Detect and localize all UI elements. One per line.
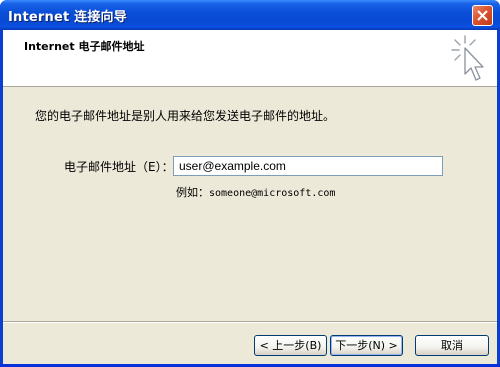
page-title: Internet 电子邮件地址 (24, 40, 145, 53)
wizard-header: Internet 电子邮件地址 (3, 30, 497, 87)
title-bar[interactable]: Internet 连接向导 (0, 0, 500, 30)
wizard-cursor-icon (451, 35, 484, 81)
back-button[interactable]: < 上一步(B) (254, 335, 327, 356)
close-button[interactable] (472, 5, 493, 26)
example-prefix: 例如： (176, 186, 209, 199)
next-button[interactable]: 下一步(N) > (330, 335, 403, 356)
wizard-window: Internet 连接向导 Internet 电子邮件地址 您的电子邮件地址是别… (0, 0, 500, 367)
example-address: someone@microsoft.com (209, 188, 336, 199)
dialog-client-area: Internet 电子邮件地址 您的电子邮件地址是别人用来给您发送电子邮件的地址… (3, 30, 497, 364)
example-hint: 例如：someone@microsoft.com (176, 184, 335, 200)
email-field-label: 电子邮件地址（E）： (64, 160, 174, 174)
instruction-text: 您的电子邮件地址是别人用来给您发送电子邮件的地址。 (35, 109, 336, 123)
cancel-button[interactable]: 取消 (415, 335, 489, 356)
close-icon (477, 10, 488, 21)
footer-divider (3, 321, 497, 323)
window-title: Internet 连接向导 (8, 10, 127, 25)
email-field[interactable] (173, 156, 443, 176)
